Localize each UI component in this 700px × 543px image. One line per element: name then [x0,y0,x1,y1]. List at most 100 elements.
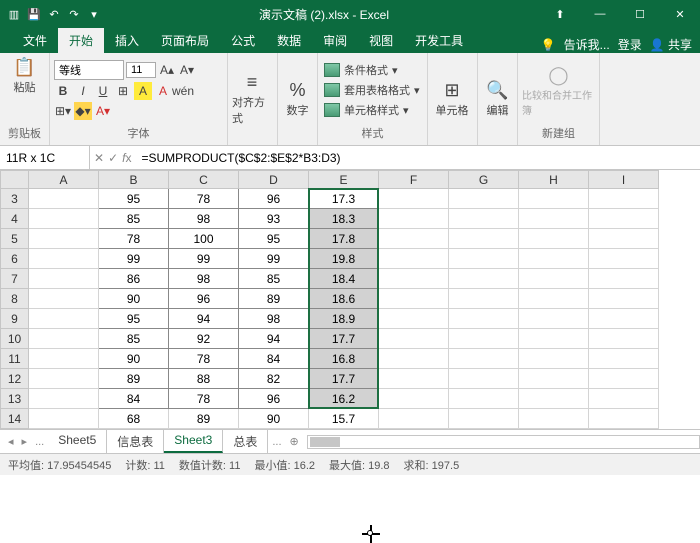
maximize-button[interactable]: ☐ [620,0,660,28]
row-header-6[interactable]: 6 [1,249,29,269]
cell-I10[interactable] [589,329,659,349]
cell-D4[interactable]: 93 [239,209,309,229]
sheet-tab-总表[interactable]: 总表 [223,430,268,453]
cell-G11[interactable] [449,349,519,369]
decrease-font-icon[interactable]: A▾ [178,61,196,79]
tellme-field[interactable]: 告诉我... [564,36,610,53]
sheet-nav-next[interactable]: ▸ [18,435,32,448]
cell-G3[interactable] [449,189,519,209]
sheet-tab-信息表[interactable]: 信息表 [107,430,164,453]
horizontal-scrollbar[interactable] [307,435,700,449]
cell-G6[interactable] [449,249,519,269]
cell-C4[interactable]: 98 [169,209,239,229]
login-button[interactable]: 登录 [618,36,642,53]
col-header-G[interactable]: G [449,171,519,189]
cell-E7[interactable]: 18.4 [309,269,379,289]
cell-F12[interactable] [379,369,449,389]
cell-A14[interactable] [29,409,99,429]
cancel-formula-icon[interactable]: ✕ [94,151,104,165]
editing-button[interactable]: 🔍 编辑 [482,78,513,118]
cell-C12[interactable]: 88 [169,369,239,389]
cell-C6[interactable]: 99 [169,249,239,269]
cell-D5[interactable]: 95 [239,229,309,249]
cell-H4[interactable] [519,209,589,229]
phonetic-button[interactable]: wén [174,82,192,100]
minimize-button[interactable]: — [580,0,620,28]
cell-I14[interactable] [589,409,659,429]
cell-I7[interactable] [589,269,659,289]
col-header-E[interactable]: E [309,171,379,189]
sheet-nav-prev[interactable]: ◂ [4,435,18,448]
cell-G5[interactable] [449,229,519,249]
cell-F14[interactable] [379,409,449,429]
cell-D11[interactable]: 84 [239,349,309,369]
cell-D8[interactable]: 89 [239,289,309,309]
cell-I3[interactable] [589,189,659,209]
cell-I5[interactable] [589,229,659,249]
cell-D13[interactable]: 96 [239,389,309,409]
cell-G8[interactable] [449,289,519,309]
cell-A6[interactable] [29,249,99,269]
conditional-format-button[interactable]: 条件格式 ▾ [322,61,422,79]
cell-A7[interactable] [29,269,99,289]
sheet-more-icon[interactable]: ... [268,436,285,448]
cell-H14[interactable] [519,409,589,429]
fill-menu[interactable]: ◆▾ [74,102,92,120]
cell-C14[interactable]: 89 [169,409,239,429]
tab-formulas[interactable]: 公式 [220,28,266,53]
font-color-button[interactable]: A [154,82,172,100]
enter-formula-icon[interactable]: ✓ [108,151,118,165]
cell-D10[interactable]: 94 [239,329,309,349]
border-menu[interactable]: ⊞▾ [54,102,72,120]
cell-I11[interactable] [589,349,659,369]
cell-H3[interactable] [519,189,589,209]
cell-I12[interactable] [589,369,659,389]
spreadsheet-grid[interactable]: ABCDEFGHI3 95 78 96 17.3 4 85 98 93 18.3… [0,170,700,429]
cell-G7[interactable] [449,269,519,289]
fx-icon[interactable]: fx [122,151,131,165]
cell-C7[interactable]: 98 [169,269,239,289]
new-sheet-button[interactable]: ⊕ [286,435,303,448]
cell-E6[interactable]: 19.8 [309,249,379,269]
cell-G9[interactable] [449,309,519,329]
touch-icon[interactable]: ▾ [86,6,102,22]
cell-B14[interactable]: 68 [99,409,169,429]
cell-G13[interactable] [449,389,519,409]
cell-F8[interactable] [379,289,449,309]
alignment-button[interactable]: ≡ 对齐方式 [232,70,272,126]
cell-B5[interactable]: 78 [99,229,169,249]
col-header-D[interactable]: D [239,171,309,189]
row-header-8[interactable]: 8 [1,289,29,309]
tab-data[interactable]: 数据 [266,28,312,53]
cell-B6[interactable]: 99 [99,249,169,269]
cell-B13[interactable]: 84 [99,389,169,409]
cell-F4[interactable] [379,209,449,229]
row-header-9[interactable]: 9 [1,309,29,329]
cell-A12[interactable] [29,369,99,389]
cell-F6[interactable] [379,249,449,269]
tab-review[interactable]: 审阅 [312,28,358,53]
cell-F3[interactable] [379,189,449,209]
cell-H10[interactable] [519,329,589,349]
cell-F7[interactable] [379,269,449,289]
row-header-14[interactable]: 14 [1,409,29,429]
cell-A3[interactable] [29,189,99,209]
col-header-C[interactable]: C [169,171,239,189]
cell-F5[interactable] [379,229,449,249]
cell-H5[interactable] [519,229,589,249]
cell-H13[interactable] [519,389,589,409]
sheet-tab-Sheet5[interactable]: Sheet5 [48,430,107,453]
cell-A11[interactable] [29,349,99,369]
formula-bar[interactable]: =SUMPRODUCT($C$2:$E$2*B3:D3) [135,151,700,165]
cell-A5[interactable] [29,229,99,249]
cell-D7[interactable]: 85 [239,269,309,289]
cell-F10[interactable] [379,329,449,349]
cell-C8[interactable]: 96 [169,289,239,309]
cell-C9[interactable]: 94 [169,309,239,329]
row-header-11[interactable]: 11 [1,349,29,369]
cell-B11[interactable]: 90 [99,349,169,369]
cell-E11[interactable]: 16.8 [309,349,379,369]
cell-E10[interactable]: 17.7 [309,329,379,349]
cell-A4[interactable] [29,209,99,229]
select-all-corner[interactable] [1,171,29,189]
